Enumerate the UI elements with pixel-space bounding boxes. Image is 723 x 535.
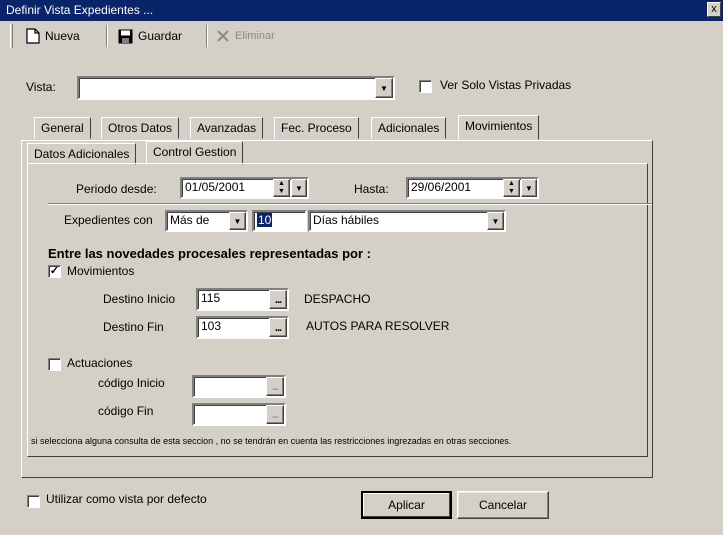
toolbar-grip[interactable] — [10, 24, 13, 48]
destino-inicio-field[interactable]: 115 ... — [196, 288, 289, 311]
new-document-icon — [26, 28, 40, 44]
tab-general[interactable]: General — [34, 117, 91, 139]
codigo-fin-field[interactable]: ... — [192, 403, 286, 426]
day-type-combo[interactable]: Días hábiles ▼ — [308, 210, 506, 232]
x-delete-icon — [217, 30, 229, 42]
new-button-label: Nueva — [45, 29, 80, 43]
movimientos-checkbox[interactable]: ✓ — [48, 265, 61, 278]
destino-inicio-label: Destino Inicio — [103, 292, 176, 306]
window-title: Definir Vista Expedientes ... — [6, 3, 154, 17]
destino-fin-code: 103 — [201, 319, 222, 333]
novedades-heading: Entre las novedades procesales represent… — [48, 246, 371, 261]
dialog-window: Definir Vista Expedientes ... x Nueva Gu… — [0, 0, 723, 535]
tab-datos-adicionales[interactable]: Datos Adicionales — [27, 143, 137, 165]
days-value: 10 — [257, 213, 273, 227]
close-button[interactable]: x — [707, 2, 721, 17]
periodo-hasta-field[interactable]: 29/06/2001 ▲ ▼ ▼ — [406, 177, 539, 199]
chevron-down-icon[interactable]: ▼ — [487, 212, 504, 230]
cancel-button[interactable]: Cancelar — [457, 491, 549, 519]
default-view-checkbox[interactable] — [27, 495, 40, 508]
toolbar-separator — [206, 25, 208, 47]
date-spin-icon[interactable]: ▲ ▼ — [273, 179, 290, 197]
ellipsis-button[interactable]: ... — [266, 405, 284, 424]
tab-fec-proceso[interactable]: Fec. Proceso — [274, 117, 359, 139]
comparator-combo[interactable]: Más de ▼ — [165, 210, 248, 232]
comparator-value: Más de — [170, 213, 210, 227]
periodo-desde-label: Periodo desde: — [76, 182, 157, 196]
delete-button[interactable]: Eliminar — [212, 24, 279, 48]
destino-fin-field[interactable]: 103 ... — [196, 316, 289, 339]
actuaciones-checkbox[interactable] — [48, 358, 61, 371]
section-note: si selecciona alguna consulta de esta se… — [31, 436, 512, 446]
delete-button-label: Eliminar — [235, 30, 275, 42]
actuaciones-label: Actuaciones — [67, 356, 133, 370]
save-button[interactable]: Guardar — [114, 24, 186, 48]
destino-inicio-desc: DESPACHO — [304, 292, 371, 306]
ellipsis-button[interactable]: ... — [269, 290, 287, 309]
chevron-down-icon[interactable]: ▼ — [375, 78, 393, 98]
tab-otros-datos[interactable]: Otros Datos — [101, 117, 180, 139]
chevron-down-icon[interactable]: ▼ — [521, 179, 537, 197]
apply-button[interactable]: Aplicar — [361, 491, 452, 519]
codigo-inicio-field[interactable]: ... — [192, 375, 286, 398]
periodo-desde-value: 01/05/2001 — [185, 180, 246, 194]
toolbar: Nueva Guardar Eliminar — [0, 22, 723, 52]
tab-adicionales[interactable]: Adicionales — [371, 117, 447, 139]
periodo-hasta-label: Hasta: — [354, 182, 389, 196]
title-bar[interactable]: Definir Vista Expedientes ... x — [0, 0, 723, 21]
toolbar-separator — [106, 25, 108, 47]
expedientes-label: Expedientes con — [64, 213, 153, 227]
days-input[interactable]: 10 — [252, 210, 307, 232]
ellipsis-button[interactable]: ... — [269, 318, 287, 337]
private-only-label: Ver Solo Vistas Privadas — [440, 78, 572, 92]
new-button[interactable]: Nueva — [22, 24, 84, 48]
periodo-hasta-value: 29/06/2001 — [411, 180, 472, 194]
tab-control-gestion[interactable]: Control Gestion — [146, 141, 244, 165]
save-button-label: Guardar — [138, 29, 183, 43]
vista-combo[interactable]: ▼ — [77, 76, 395, 100]
default-view-label: Utilizar como vista por defecto — [46, 492, 207, 506]
section-separator — [48, 203, 652, 205]
ellipsis-button[interactable]: ... — [266, 377, 284, 396]
tab-movimientos[interactable]: Movimientos — [458, 115, 540, 140]
destino-fin-label: Destino Fin — [103, 320, 164, 334]
date-spin-icon[interactable]: ▲ ▼ — [503, 179, 520, 197]
private-only-checkbox[interactable] — [419, 80, 432, 93]
periodo-desde-field[interactable]: 01/05/2001 ▲ ▼ ▼ — [180, 177, 309, 199]
day-type-value: Días hábiles — [313, 213, 380, 227]
chevron-down-icon[interactable]: ▼ — [291, 179, 307, 197]
destino-inicio-code: 115 — [201, 291, 221, 305]
vista-label: Vista: — [26, 80, 56, 94]
codigo-inicio-label: código Inicio — [98, 376, 165, 390]
destino-fin-desc: AUTOS PARA RESOLVER — [306, 319, 450, 333]
floppy-disk-icon — [118, 29, 133, 43]
tab-avanzadas[interactable]: Avanzadas — [190, 117, 264, 139]
codigo-fin-label: código Fin — [98, 404, 154, 418]
movimientos-label: Movimientos — [67, 264, 135, 278]
chevron-down-icon[interactable]: ▼ — [229, 212, 246, 230]
